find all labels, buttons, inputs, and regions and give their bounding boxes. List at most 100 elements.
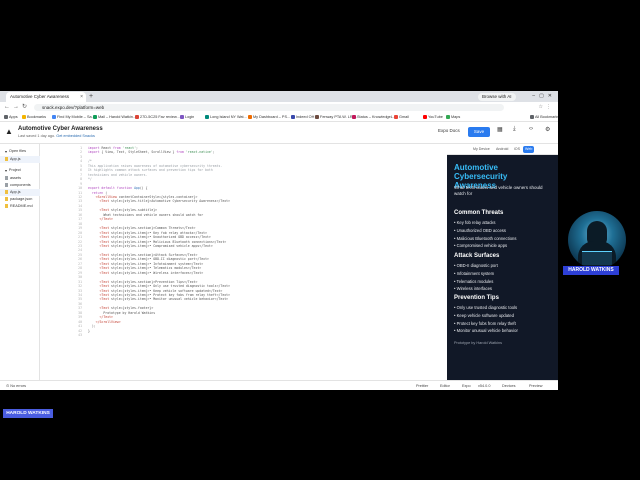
code-token: */ [88, 177, 92, 182]
app-section-title: Common Threats [454, 210, 504, 216]
code-token: return [88, 190, 106, 195]
forward-arrow-icon[interactable]: → [13, 102, 19, 113]
bookmark-item[interactable]: Bookmarks [22, 113, 46, 121]
download-icon[interactable]: ⤓ [513, 126, 516, 133]
code-token: style={styles.section}>Common Threats</T… [111, 226, 196, 231]
code-token: <Text [88, 230, 112, 235]
sidebar-item[interactable]: package.json [0, 196, 40, 203]
bookmark-favicon-icon [446, 115, 450, 119]
bookmarks-bar: Apps Bookmarks Find My Mobile – Sa... Mail … [0, 113, 558, 122]
code-token: style={styles.section}>Prevention Tips</… [111, 279, 198, 284]
app-section-title: Attack Surfaces [454, 253, 500, 259]
code-editor[interactable]: 1 2 3 4 5 6 7 8 9 10 11 12 13 14 15 16 17 18 19 20 21 22 23 24 2… [70, 144, 447, 380]
bookmark-favicon-icon [530, 115, 534, 119]
bookmark-item[interactable]: Apps [4, 113, 18, 121]
bookmark-item[interactable]: Find My Mobile – Sa... [52, 113, 95, 121]
tab-android[interactable]: Android [494, 146, 510, 153]
error-status[interactable]: ⊙ No errors [6, 381, 26, 390]
prettier-toggle[interactable]: Prettier [416, 381, 428, 390]
settings-gear-icon[interactable]: ⚙ [545, 126, 550, 133]
bookmark-label: Login [185, 115, 195, 119]
project-save-status: Last saved 1 day ago. Get embedded Snack… [18, 134, 95, 138]
sidebar-item[interactable]: README.md [0, 203, 40, 210]
sidebar-item[interactable]: App.js [0, 189, 40, 196]
editor-toggle[interactable]: Editor [440, 381, 450, 390]
sidebar-item-label: package.json [10, 197, 33, 201]
bookmark-item[interactable]: YouTube [423, 113, 443, 121]
file-sidebar: ▾ Open files App.js ▾ Project assets component… [0, 144, 40, 380]
name-tag: HAROLD WATKINS [563, 266, 619, 275]
bookmark-label: Gmail [399, 115, 409, 119]
bookmark-label: Status – KnowledgeL... [357, 115, 397, 119]
code-token: } [88, 328, 90, 333]
code-token: 'react' [122, 146, 136, 150]
tab-my-device[interactable]: My Device [471, 146, 492, 153]
devices-toggle[interactable]: Devices [502, 381, 516, 390]
sdk-version-select[interactable]: v54.0.0 [478, 381, 490, 390]
tab-ios[interactable]: iOS [512, 146, 522, 153]
app-section-item: • Malicious Bluetooth connections [454, 235, 517, 241]
bookmark-item[interactable]: Login [180, 113, 195, 121]
code-token: <Text [88, 270, 112, 275]
extension-icons[interactable]: ☆⋮ [539, 102, 554, 113]
project-title[interactable]: Automotive Cyber Awareness [18, 126, 103, 132]
preview-toggle[interactable]: Preview [529, 381, 543, 390]
sidebar-item-label: Project [8, 168, 21, 172]
sidebar-item-label: Open files [8, 149, 27, 153]
bookmark-item[interactable]: Gmail [394, 113, 409, 121]
sidebar-section[interactable]: ▾ Project [0, 167, 40, 174]
tab-strip: Automotive Cyber Awareness × + Browse wi… [0, 91, 558, 102]
bookmark-item[interactable]: Indeed OH [291, 113, 314, 121]
expo-toggle[interactable]: Expo [462, 381, 471, 390]
browser-tab[interactable]: Automotive Cyber Awareness × [6, 92, 86, 102]
app-subtitle: What technicians and vehicle owners shou… [454, 185, 543, 196]
code-token: technicians and vehicle owners. [88, 172, 148, 177]
sidebar-item[interactable]: components [0, 182, 40, 189]
sidebar-item[interactable]: App.js [0, 156, 40, 163]
bookmark-item[interactable]: Mail – Harold Watkin... [93, 113, 136, 121]
bookmark-favicon-icon [423, 115, 427, 119]
embedded-snacks-link[interactable]: Get embedded Snacks [56, 134, 95, 138]
qr-code-icon[interactable]: ▦ [497, 126, 503, 133]
tab-title: Automotive Cyber Awareness [10, 94, 69, 99]
code-token: style={styles.item}>• Compromised vehicl… [111, 243, 213, 248]
chevron-down-icon: ▾ [5, 149, 7, 154]
browse-with-ai-button[interactable]: Browse with AI [478, 93, 516, 101]
bookmark-favicon-icon [394, 115, 398, 119]
code-token: <Text [88, 292, 112, 297]
folder-icon [5, 175, 8, 180]
code-token: <Text [88, 239, 112, 244]
code-token: <Text [88, 235, 112, 240]
bookmark-item[interactable]: All Bookmarks [530, 113, 558, 121]
new-tab-button[interactable]: + [89, 91, 93, 102]
bookmark-item[interactable]: My Dashboard – PS... [248, 113, 290, 121]
bookmark-item[interactable]: Long Island NY Wat... [205, 113, 247, 121]
tab-web[interactable]: Web [523, 146, 535, 153]
code-token: style={styles.item}>• Unauthorized OBD a… [111, 235, 211, 240]
back-arrow-icon[interactable]: ← [4, 102, 10, 113]
folder-icon [5, 182, 8, 187]
expo-logo-icon[interactable]: ▲ [5, 127, 13, 136]
code-content[interactable]: import React from 'react'; import { View,… [88, 146, 230, 333]
app-section-item: • Unauthorized OBD access [454, 227, 506, 233]
bookmark-item[interactable]: Status – KnowledgeL... [352, 113, 397, 121]
bookmark-item[interactable]: Maps [446, 113, 460, 121]
bookmark-label: Find My Mobile – Sa... [57, 115, 95, 119]
sidebar-section[interactable]: ▾ Open files [0, 148, 40, 155]
code-token: style={styles.item}>• Monitor unusual ve… [111, 297, 229, 302]
sidebar-item[interactable]: assets [0, 175, 40, 182]
code-token: It highlights common attack surfaces and… [88, 168, 213, 173]
sidebar-item-label: App.js [10, 157, 21, 161]
code-token: What technicians and vehicle owners shou… [88, 212, 204, 217]
app-section-item: • Only use trusted diagnostic tools [454, 305, 518, 310]
code-icon[interactable]: ‹› [529, 126, 533, 132]
expo-docs-link[interactable]: Expo Docs [438, 128, 460, 133]
bookmark-item[interactable]: 27D-5C25 Fav review... [135, 113, 180, 121]
reload-icon[interactable]: ↻ [22, 102, 27, 113]
address-bar[interactable]: snack.expo.dev/?platform=web [34, 104, 504, 111]
window-controls[interactable]: –▢✕ [532, 91, 556, 102]
code-token: { View, Text, StyleSheet, ScrollView } [101, 150, 177, 155]
close-icon[interactable]: × [80, 92, 83, 102]
code-token: <Text [88, 257, 112, 262]
save-button[interactable]: Save [468, 127, 490, 137]
